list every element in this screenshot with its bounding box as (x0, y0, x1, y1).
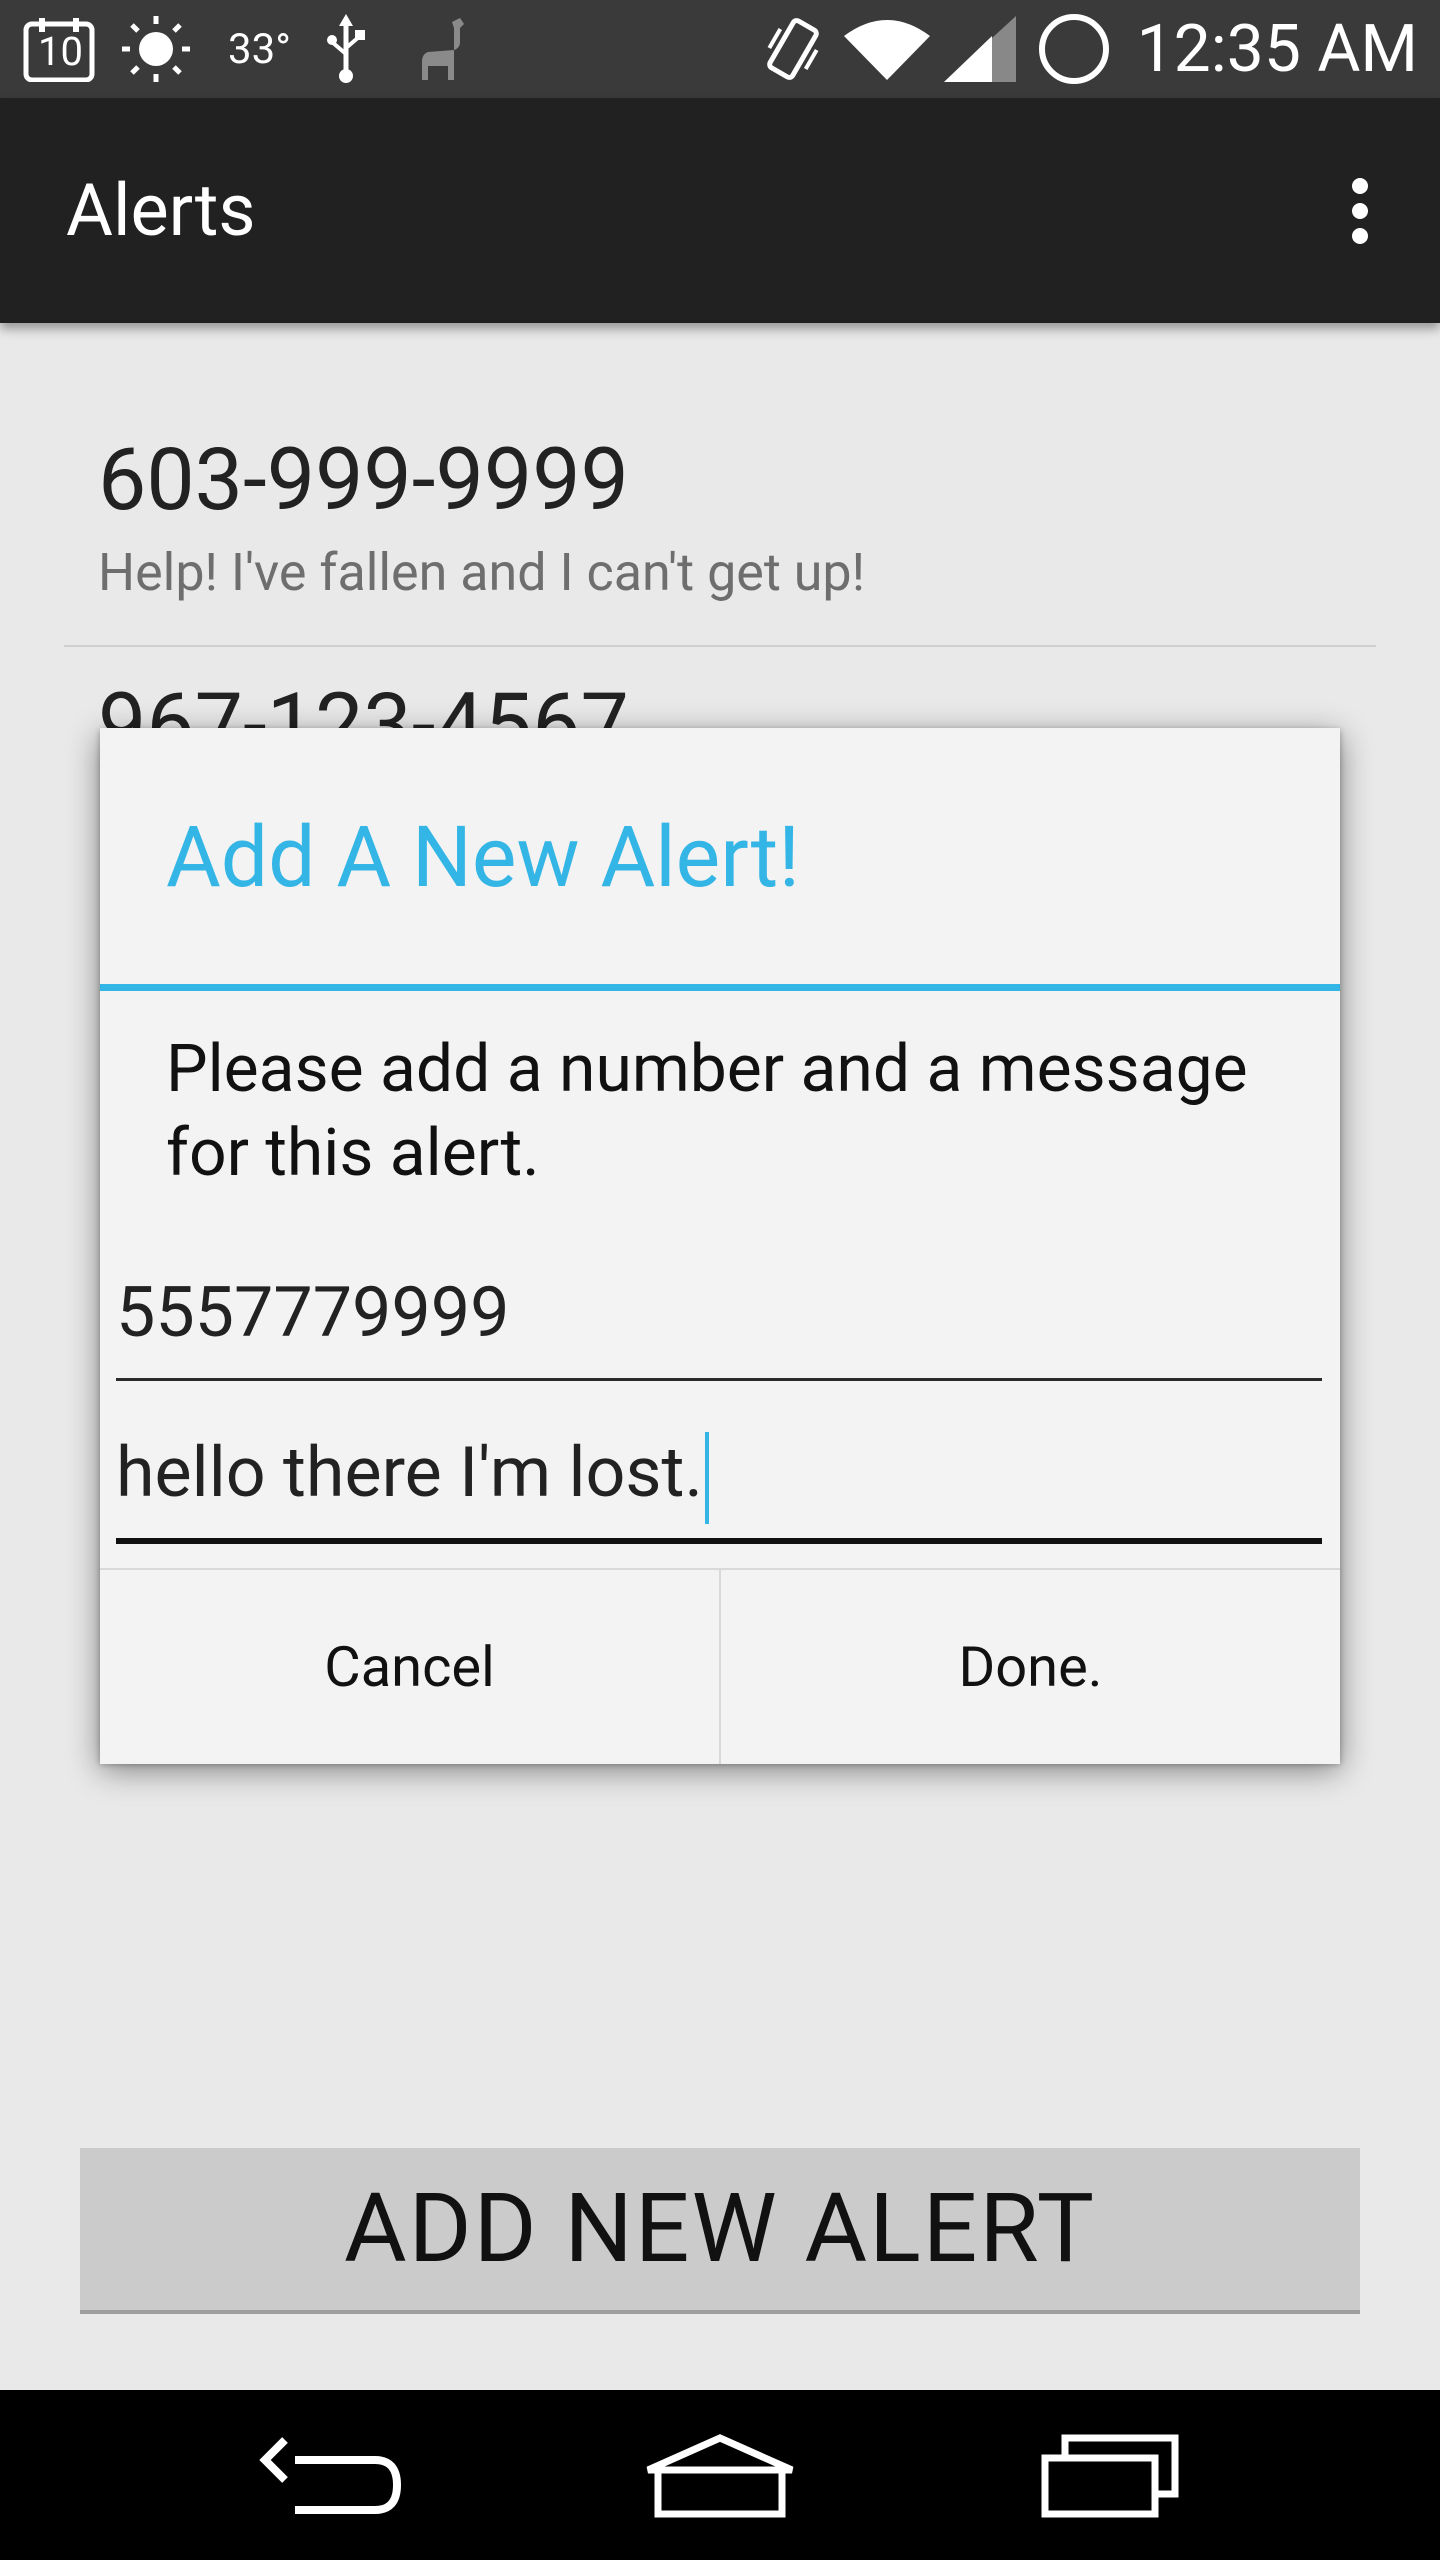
number-field[interactable]: 5557779999 (116, 1258, 1322, 1381)
vibrate-icon (758, 14, 828, 84)
message-field-value: hello there I'm lost. (116, 1432, 703, 1514)
cancel-button[interactable]: Cancel (100, 1570, 719, 1764)
message-field[interactable]: hello there I'm lost. (116, 1418, 1322, 1544)
status-bar: 10 33° 12:35 AM (0, 0, 1440, 98)
llama-icon (408, 14, 474, 84)
navigation-bar (0, 2390, 1440, 2560)
dialog-button-bar: Cancel Done. (100, 1568, 1340, 1764)
action-bar: Alerts (0, 98, 1440, 323)
signal-icon (940, 14, 1020, 84)
text-cursor (704, 1431, 709, 1524)
list-item[interactable]: 603-999-9999 Help! I've fallen and I can… (64, 360, 1376, 647)
dialog-divider (100, 984, 1340, 991)
add-alert-dialog: Add A New Alert! Please add a number and… (100, 728, 1340, 1764)
usb-icon (322, 14, 370, 84)
page-title: Alerts (66, 168, 256, 253)
back-icon[interactable] (250, 2430, 410, 2520)
recent-apps-icon[interactable] (1030, 2430, 1190, 2520)
dialog-message: Please add a number and a message for th… (166, 1031, 1248, 1192)
dialog-title: Add A New Alert! (166, 808, 800, 907)
number-field-value: 5557779999 (116, 1272, 510, 1354)
alert-number: 603-999-9999 (98, 429, 629, 530)
done-button[interactable]: Done. (719, 1570, 1340, 1764)
home-icon[interactable] (640, 2430, 800, 2520)
alarm-ring-icon (1036, 14, 1112, 84)
weather-icon (118, 14, 194, 84)
alert-message: Help! I've fallen and I can't get up! (98, 542, 866, 603)
calendar-day: 10 (38, 28, 83, 75)
clock: 12:35 AM (1136, 11, 1418, 88)
overflow-menu-icon[interactable] (1350, 178, 1370, 244)
add-new-alert-button[interactable]: ADD NEW ALERT (80, 2148, 1360, 2314)
temperature: 33° (228, 25, 291, 74)
wifi-icon (842, 14, 932, 84)
